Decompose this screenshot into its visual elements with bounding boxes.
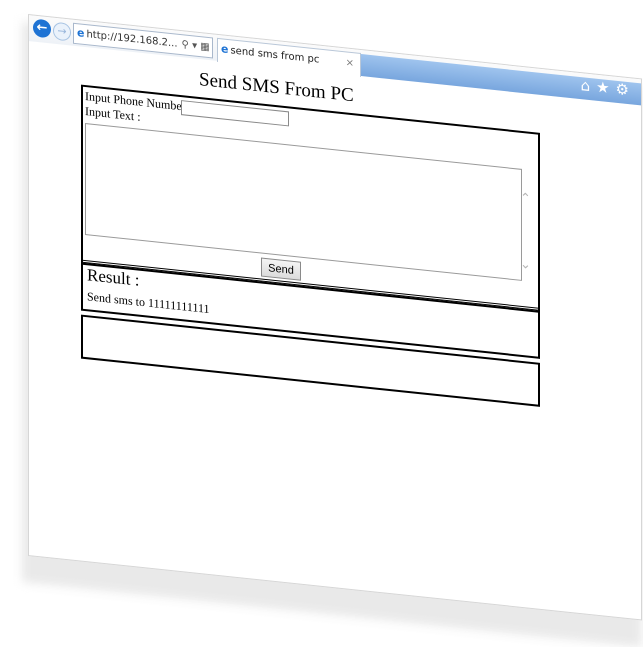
phone-number-input[interactable] [181,100,289,126]
scroll-up-icon[interactable]: ⌃ [520,191,531,207]
settings-gear-icon[interactable]: ⚙ [616,80,635,100]
forward-arrow-icon[interactable]: → [53,22,71,42]
dropdown-icon[interactable]: ▾ [192,40,197,52]
tab-title: send sms from pc [230,45,319,65]
address-text: http://192.168.2... [86,29,177,50]
send-button[interactable]: Send [261,257,301,280]
browser-window: ← → ehttp://192.168.2...⚲ ▾ ▦ ↻ esend sm… [28,14,642,621]
scroll-down-icon[interactable]: ⌄ [520,257,531,273]
ie-logo-icon: e [77,26,84,40]
search-icon[interactable]: ⚲ [182,39,189,51]
message-textarea[interactable] [85,123,522,281]
compat-view-icon[interactable]: ▦ [200,41,209,53]
favorites-star-icon[interactable]: ★ [596,78,615,98]
home-icon[interactable]: ⌂ [581,76,597,96]
page-content: Send SMS From PC Input Phone Number : In… [29,41,641,620]
close-tab-icon[interactable]: × [346,52,354,75]
result-text: Send sms to 11111111111 [87,289,210,317]
back-arrow-icon[interactable]: ← [33,19,51,39]
result-title: Result : [87,265,139,291]
tab-favicon-icon: e [221,42,228,56]
